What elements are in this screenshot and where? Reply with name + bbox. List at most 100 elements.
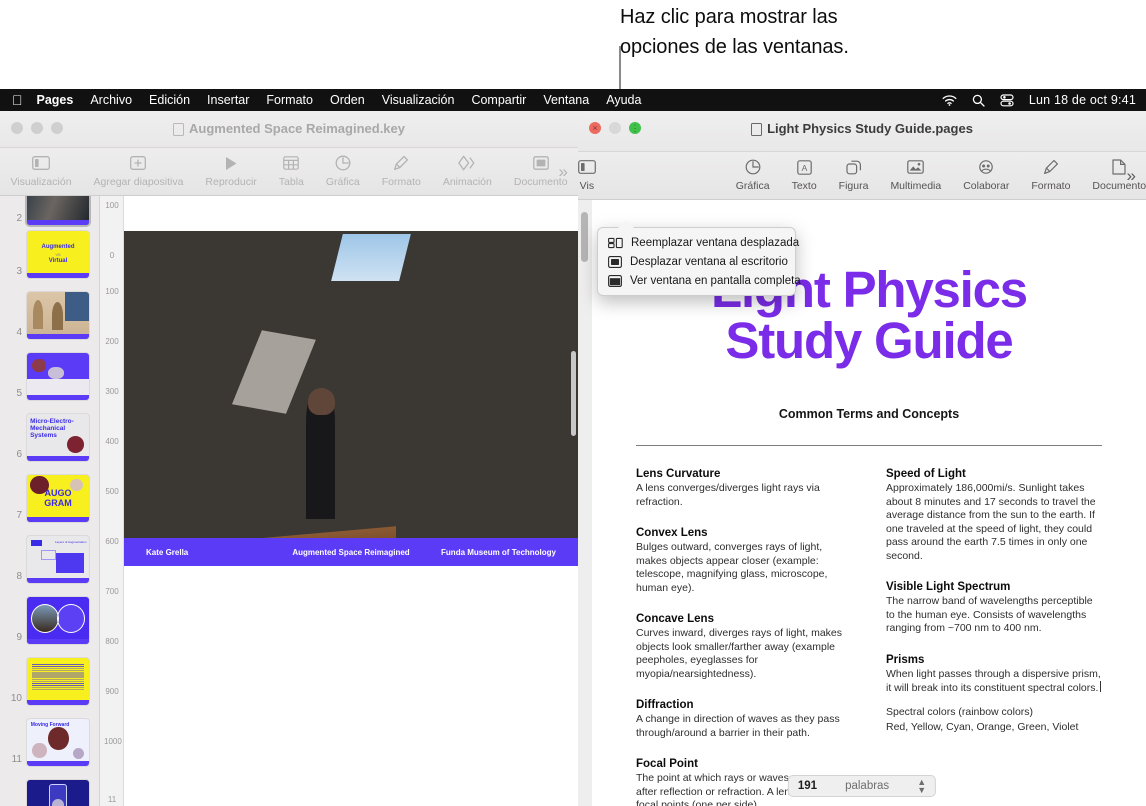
list-item[interactable]: 3 Augmented VS Virtual (8, 231, 89, 278)
menu-item-label: Reemplazar ventana desplazada (631, 236, 800, 249)
control-center-icon[interactable] (1000, 93, 1014, 107)
toolbar-button-media[interactable]: Multimedia (879, 156, 952, 192)
format-brush-icon (1043, 156, 1059, 178)
toolbar-button-shape[interactable]: Figura (828, 156, 880, 192)
footnote-line-2: Red, Yellow, Cyan, Orange, Green, Violet (886, 721, 1079, 733)
desktop-screen:  Pages Archivo Edición Insertar Formato… (0, 89, 1146, 806)
slide-number: 7 (16, 510, 22, 521)
slide-thumbnail[interactable]: Micro-Electro-Mechanical Systems (27, 414, 89, 461)
list-item[interactable]: 6 Micro-Electro-Mechanical Systems (8, 414, 89, 461)
keynote-window-title: Augmented Space Reimagined.key (0, 121, 578, 136)
menu-item-view-window-fullscreen[interactable]: Ver ventana en pantalla completa (598, 271, 801, 290)
list-item[interactable]: 4 (8, 292, 89, 339)
slide-thumbnail[interactable] (27, 780, 89, 806)
pages-titlebar[interactable]: × ⋮ Light Physics Study Guide.pages (578, 108, 1146, 152)
toolbar-button-document[interactable]: Documento (1081, 156, 1146, 192)
list-item[interactable]: 10 (4, 658, 89, 705)
list-item[interactable]: 8 Layers of Augmentation (8, 536, 89, 583)
list-item[interactable]: 9 (8, 597, 89, 644)
menu-item-formato[interactable]: Formato (266, 93, 313, 107)
thumb-label: Layers of Augmentation (55, 540, 87, 545)
slide-thumbnail[interactable]: Layers of Augmentation (27, 536, 89, 583)
term-heading: Concave Lens (636, 613, 714, 625)
list-item[interactable]: 12 (4, 780, 89, 806)
toolbar-button-table[interactable]: Tabla (268, 152, 315, 188)
slide-thumbnail[interactable] (27, 658, 89, 705)
pages-toolbar[interactable]: Vis Gráfica A Texto Figura Multimedia Co… (578, 152, 1146, 200)
search-icon[interactable] (972, 94, 985, 107)
menu-item-orden[interactable]: Orden (330, 93, 365, 107)
list-item[interactable]: 7 AUGO GRAM (8, 475, 89, 522)
keynote-toolbar[interactable]: Visualización Agregar diapositiva Reprod… (0, 148, 578, 196)
menu-item-ayuda[interactable]: Ayuda (606, 93, 641, 107)
menu-item-archivo[interactable]: Archivo (90, 93, 132, 107)
toolbar-label-chart: Gráfica (325, 176, 360, 188)
slide-navigator[interactable]: 2 3 Augmented VS Virtual 4 5 6 Micro-Ele… (0, 196, 100, 806)
pages-scrollbar-thumb[interactable] (581, 212, 588, 262)
keynote-titlebar[interactable]: Augmented Space Reimagined.key (0, 108, 578, 148)
chevron-double-right-icon[interactable]: » (559, 162, 568, 182)
menu-item-visualizacion[interactable]: Visualización (382, 93, 455, 107)
canvas-scrollbar[interactable] (571, 351, 576, 436)
pages-scrollbar-track[interactable] (578, 200, 592, 806)
toolbar-button-view[interactable]: Vis (578, 156, 607, 192)
thumb-text-2: VS (55, 252, 61, 257)
menu-item-compartir[interactable]: Compartir (471, 93, 526, 107)
slide-thumbnail[interactable] (27, 196, 89, 225)
callout-line-2: opciones de las ventanas. (620, 36, 849, 58)
slide-thumbnail[interactable] (27, 292, 89, 339)
keynote-body: 2 3 Augmented VS Virtual 4 5 6 Micro-Ele… (0, 196, 578, 806)
slide-thumbnail[interactable] (27, 353, 89, 400)
slide-canvas[interactable]: Augmented Space Reimagined Kate Grella F… (124, 196, 578, 806)
list-item[interactable]: 5 (8, 353, 89, 400)
toolbar-button-add-slide[interactable]: Agregar diapositiva (83, 152, 195, 188)
slide-thumbnail[interactable]: Augmented VS Virtual (27, 231, 89, 278)
toolbar-button-animate[interactable]: Animación (432, 152, 503, 188)
toolbar-button-format[interactable]: Formato (1020, 156, 1081, 192)
play-icon (224, 152, 238, 174)
ruler-tick: 200 (105, 337, 119, 346)
stepper-icon[interactable]: ▲ ▼ (917, 778, 926, 795)
toolbar-button-view[interactable]: Visualización (0, 152, 83, 188)
menu-item-ventana[interactable]: Ventana (543, 93, 589, 107)
toolbar-button-text[interactable]: A Texto (781, 156, 828, 192)
menu-bar-clock[interactable]: Lun 18 de oct 9:41 (1029, 93, 1136, 107)
menu-item-move-window-to-desktop[interactable]: Desplazar ventana al escritorio (598, 252, 795, 271)
menu-item-replace-tiled-window[interactable]: Reemplazar ventana desplazada (598, 233, 799, 252)
toolbar-button-format[interactable]: Formato (371, 152, 432, 188)
window-options-menu[interactable]: Reemplazar ventana desplazada Desplazar … (597, 221, 801, 296)
toolbar-button-collaborate[interactable]: Colaborar (952, 156, 1020, 192)
apple-logo-icon[interactable]:  (12, 93, 23, 107)
list-item[interactable]: 11 Moving Forward (4, 719, 89, 766)
collaborate-icon (977, 156, 995, 178)
ruler-tick: 0 (109, 251, 115, 260)
term-definition: Approximately 186,000mi/s. Sunlight take… (886, 482, 1096, 562)
slide-thumbnail[interactable]: AUGO GRAM (27, 475, 89, 522)
menu-item-insertar[interactable]: Insertar (207, 93, 249, 107)
slide-thumbnail[interactable]: Moving Forward (27, 719, 89, 766)
wifi-icon[interactable] (942, 94, 957, 106)
slide-number: 10 (10, 693, 22, 704)
thumb-text-1: Augmented (41, 244, 75, 250)
pages-window-title: Light Physics Study Guide.pages (578, 121, 1146, 136)
toolbar-button-play[interactable]: Reproducir (194, 152, 267, 188)
add-slide-icon (130, 152, 147, 174)
menu-item-edicion[interactable]: Edición (149, 93, 190, 107)
slide-number: 6 (16, 449, 22, 460)
chevron-double-right-icon[interactable]: » (1127, 166, 1136, 186)
toolbar-label-chart: Gráfica (735, 180, 770, 192)
slide-number: 5 (16, 388, 22, 399)
list-item[interactable]: 2 (8, 196, 89, 225)
toolbar-button-chart[interactable]: Gráfica (315, 152, 371, 188)
slide-thumbnail[interactable] (27, 597, 89, 644)
slide-footer-bar (27, 517, 89, 522)
menu-item-app[interactable]: Pages (37, 93, 74, 107)
keynote-window[interactable]: Augmented Space Reimagined.key Visualiza… (0, 108, 578, 806)
document-left-column: Lens Curvature A lens converges/diverges… (636, 468, 852, 806)
pages-window[interactable]: × ⋮ Light Physics Study Guide.pages Vis (578, 108, 1146, 806)
word-count-badge[interactable]: 191 palabras ▲ ▼ (787, 775, 937, 797)
toolbar-button-chart[interactable]: Gráfica (725, 156, 781, 192)
current-slide[interactable]: Augmented Space Reimagined Kate Grella F… (124, 231, 578, 566)
term-heading: Diffraction (636, 699, 694, 711)
text-cursor (1100, 681, 1102, 692)
